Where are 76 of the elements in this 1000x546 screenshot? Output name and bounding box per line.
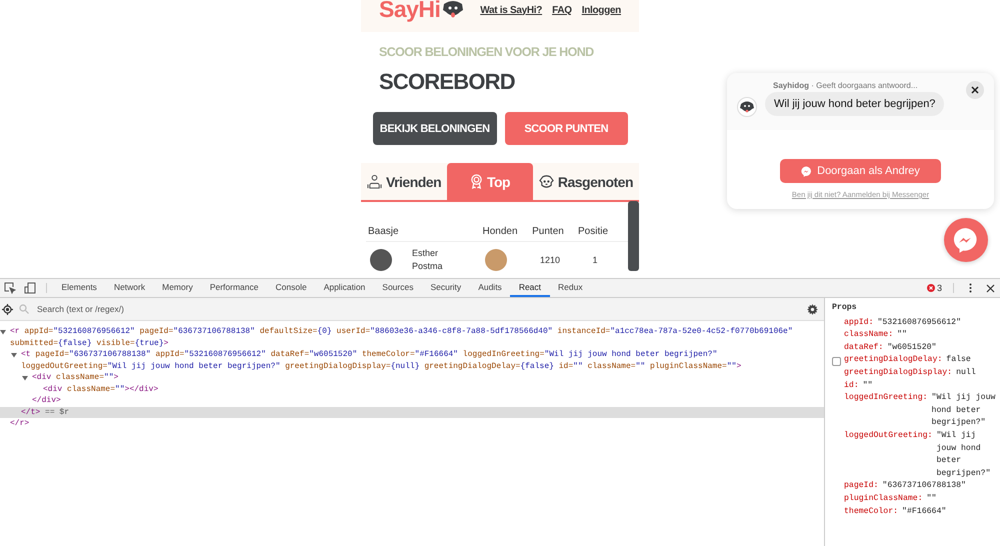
tree-line[interactable]: <div className=""> [32,372,824,384]
prop-name: greetingDialogDisplay: [844,366,952,379]
close-icon [971,86,979,94]
action-button[interactable]: BEKIJK BELONINGEN [373,112,496,145]
prop-name: id: [844,380,859,392]
rosette-icon [470,174,483,189]
prop-name: className: [844,329,894,342]
sender-status: Sayhidog · Geeft doorgaans antwoord... [772,81,919,90]
prop-value[interactable]: "" [922,492,1000,506]
error-icon [926,284,935,292]
close-button[interactable] [966,81,984,99]
scrollbar[interactable] [628,201,639,271]
search-field[interactable]: Search (text or /regex/) [35,303,801,315]
prop-name: dataRef: [844,342,884,354]
prop-value[interactable]: "Wil jij jouw hond beter begrijpen?" [928,392,1000,430]
expand-triangle-icon[interactable] [11,352,17,358]
column-header: Baasje [368,226,400,237]
prop-name: pluginClassName: [844,492,923,505]
prop-value[interactable]: "636737106788138" [878,480,1000,493]
prop-value[interactable]: "w6051520" [883,342,1000,354]
search-icon [19,304,29,314]
devtools-tab[interactable]: Memory [154,279,202,297]
prop-value[interactable]: null [952,366,1000,380]
devtools-tab[interactable]: Console [267,279,316,297]
target-icon[interactable] [2,304,13,314]
prop-value[interactable]: "#F16664" [898,506,1000,518]
prop-value[interactable]: "532160876956612" [873,316,1000,330]
nav-link[interactable]: Wat is SayHi? [480,4,542,16]
expand-triangle-icon[interactable] [22,375,28,381]
messenger-icon [801,166,812,176]
page-subtitle: SCOOR BELONINGEN VOOR JE HOND [379,45,595,59]
dog-avatar-icon [737,97,757,117]
prop-value[interactable]: false [942,354,1000,367]
devtools-tab[interactable]: Security [422,279,470,297]
settings-icon[interactable] [807,304,818,314]
prop-name: loggedOutGreeting: [844,430,932,442]
photo-placeholder [370,249,392,271]
column-header: Positie [576,226,609,237]
owner-name: Esther Postma [412,247,444,273]
prop-name: pageId: [844,480,878,492]
props-title: Props [832,302,858,314]
tree-line[interactable]: <t pageId="636737106788138" appId="532160876956612" dataRef="w6051520" themeColor="#F16664" loggedInGreeting="Wil jij jouw hond beter begrijpen?" loggedOutGreeting="Wil jij jouw hond beter begrijpen?" greetingDialogDisplay={null} greetingDialogDelay={false} id="" className="" pluginClassName=""> [21,349,824,372]
prop-value[interactable]: "Wil jij jouw hond beter begrijpen?" [932,430,1000,480]
devtools-tab[interactable]: Audits [470,279,510,297]
devtools-tab[interactable]: Elements [53,279,106,297]
page-title: SCOREBORD [379,69,516,95]
prop-value[interactable]: "" [858,380,1000,392]
nav-link[interactable]: FAQ [552,4,572,16]
prop-name: appId: [844,316,874,329]
error-count[interactable]: 3 [936,283,942,293]
tab[interactable]: Rasgenoten [532,163,639,200]
column-header: Punten [531,226,565,237]
people-icon [367,174,382,189]
messenger-button[interactable] [944,218,988,262]
devtools-tab[interactable]: Redux [550,279,592,297]
devtools-tab[interactable]: Performance [201,279,267,297]
expand-triangle-icon[interactable] [0,329,6,335]
photo-placeholder [485,249,507,271]
search-bar[interactable]: Search (text or /regex/) [0,298,824,321]
prop-value[interactable]: "" [893,329,1000,342]
checkbox[interactable] [832,357,841,366]
prop-name: loggedInGreeting: [844,392,928,404]
devtools-tab[interactable]: Application [315,279,374,297]
nav-link[interactable]: Inloggen [582,4,621,16]
greeting-bubble: Wil jij jouw hond beter begrijpen? [765,92,944,116]
position-cell-text: 1 [591,255,598,265]
tree-line[interactable]: <r appId="532160876956612" pageId="636737106788138" defaultSize={0} userId="88603e36-a346-c8f8-7a88-5df178566d40" instanceId="a1cc78ea-787a-52e0-4c52-f0770b69106e" submitted={false} visible={true}> [10,326,824,349]
devtools-tab[interactable]: Network [105,279,154,297]
devtools-tab[interactable]: Sources [374,279,422,297]
points-cell-text: 1210 [538,255,562,265]
column-header: Honden [481,226,519,237]
messenger-icon [953,227,979,253]
prop-name: themeColor: [844,506,898,518]
dog-icon [538,174,554,189]
prop-name: greetingDialogDelay: [844,354,942,366]
tab[interactable]: Vrienden [361,163,448,200]
